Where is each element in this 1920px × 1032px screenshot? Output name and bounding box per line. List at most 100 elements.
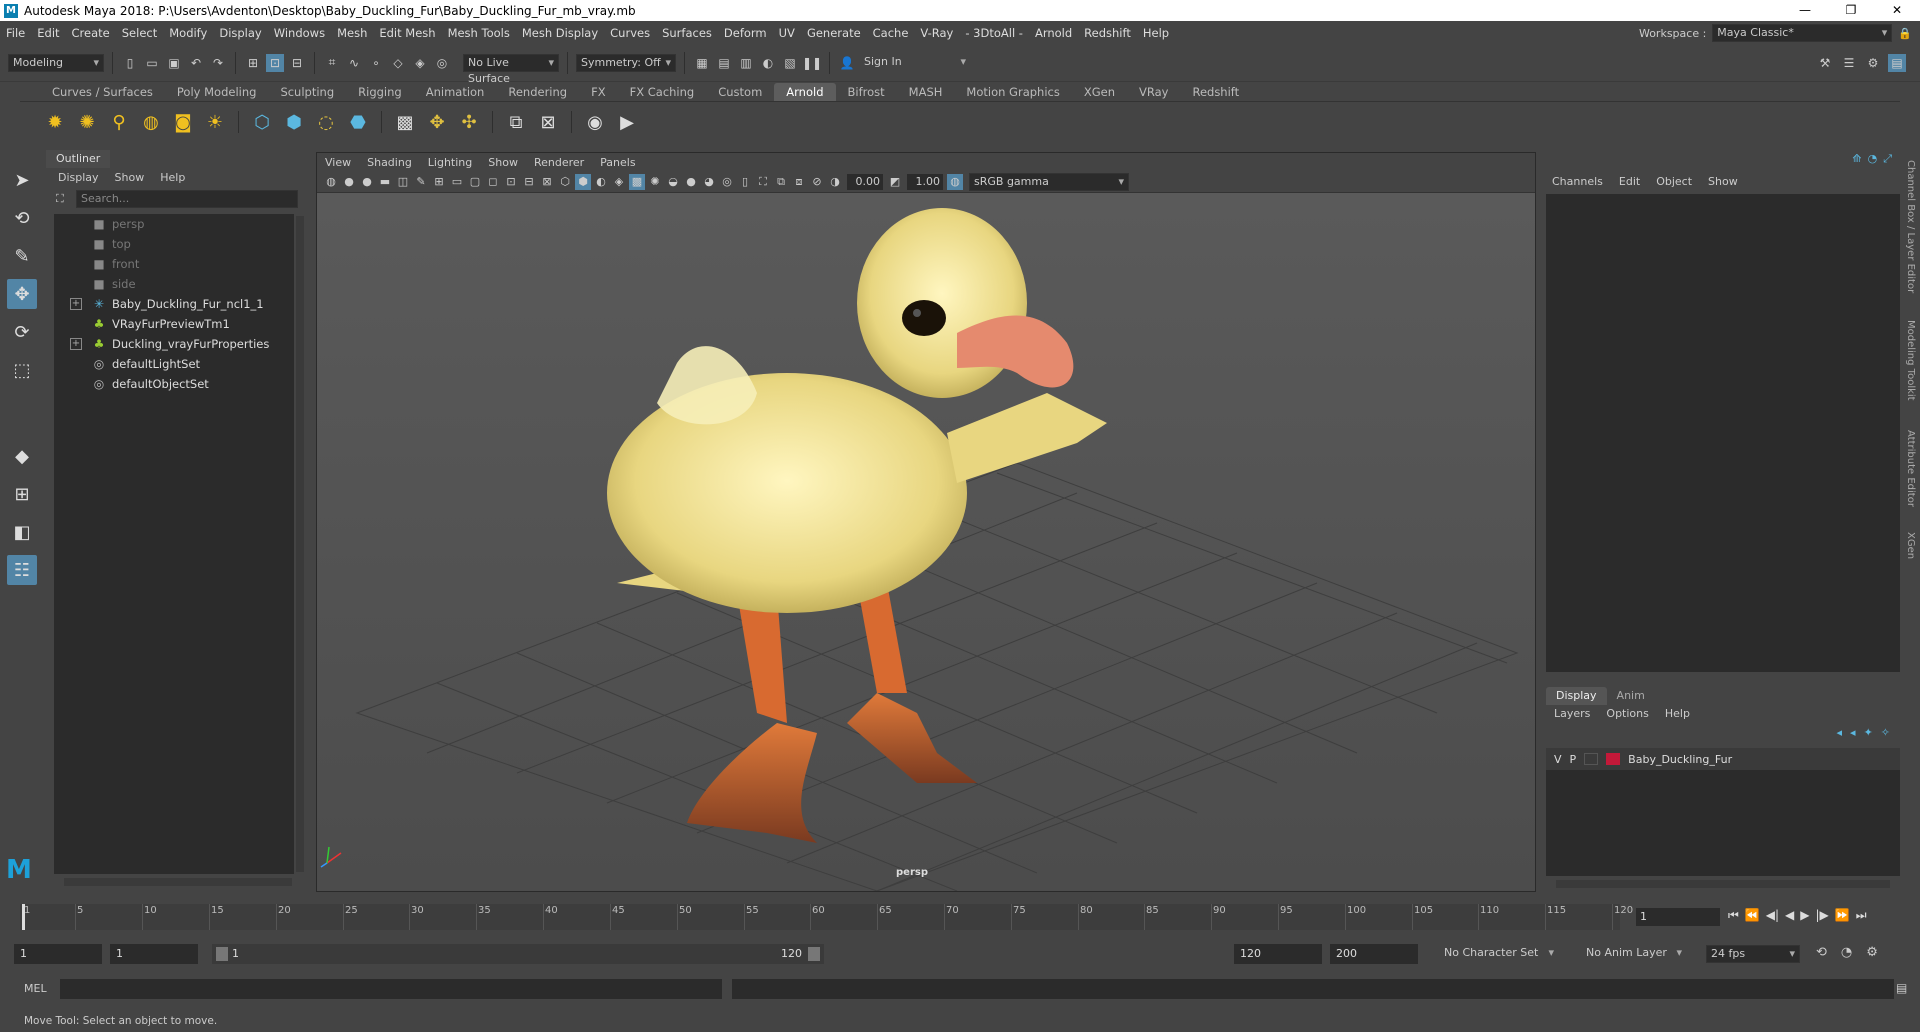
menu-edit-mesh[interactable]: Edit Mesh bbox=[373, 26, 441, 40]
outliner-item[interactable]: + ♣ Duckling_vrayFurProperties bbox=[54, 334, 294, 354]
channels-menu[interactable]: Channels bbox=[1552, 175, 1603, 188]
texture-cache-icon[interactable]: ✣ bbox=[456, 109, 482, 135]
shelf-tab-arnold[interactable]: Arnold bbox=[774, 83, 836, 101]
wireframe-on-shaded-icon[interactable]: ◈ bbox=[611, 174, 627, 190]
grease-pencil-icon[interactable]: ✎ bbox=[413, 174, 429, 190]
curve-collector-icon[interactable]: ◌ bbox=[313, 109, 339, 135]
motion-blur-icon[interactable]: ◕ bbox=[701, 174, 717, 190]
scale-tool-icon[interactable]: ⬚ bbox=[7, 355, 37, 385]
move-layer-down-icon[interactable]: ◂ bbox=[1850, 726, 1856, 739]
shelf-tab-custom[interactable]: Custom bbox=[706, 83, 774, 101]
go-to-start-icon[interactable]: ⏮ bbox=[1728, 908, 1739, 923]
shelf-tab-redshift[interactable]: Redshift bbox=[1180, 83, 1251, 101]
shelf-tab-fx-caching[interactable]: FX Caching bbox=[618, 83, 707, 101]
view-transform-dropdown[interactable]: sRGB gamma bbox=[969, 172, 1129, 191]
script-editor-icon[interactable]: ▤ bbox=[1896, 981, 1907, 995]
menu-cache[interactable]: Cache bbox=[867, 26, 915, 40]
anim-layer-dropdown[interactable]: No Anim Layer bbox=[1582, 945, 1686, 963]
menu-set-dropdown[interactable]: Modeling bbox=[8, 53, 104, 72]
shelf-tab-sculpting[interactable]: Sculpting bbox=[268, 83, 346, 101]
step-forward-key-icon[interactable]: ⏩ bbox=[1835, 908, 1850, 923]
menu-redshift[interactable]: Redshift bbox=[1078, 26, 1137, 40]
toggle-channel-box-icon[interactable]: ▤ bbox=[1888, 53, 1906, 72]
light-portal-icon[interactable]: ◙ bbox=[170, 109, 196, 135]
move-layer-up-icon[interactable]: ◂ bbox=[1837, 726, 1843, 739]
safe-action-icon[interactable]: ⊟ bbox=[521, 174, 537, 190]
select-hierarchy-icon[interactable]: ⊞ bbox=[244, 54, 262, 72]
snap-surface-icon[interactable]: ◈ bbox=[411, 54, 429, 72]
select-object-icon[interactable]: ⊡ bbox=[266, 53, 284, 72]
animation-end-field[interactable]: 200 bbox=[1330, 944, 1418, 964]
volume-icon[interactable]: ⬢ bbox=[281, 109, 307, 135]
new-layer-selected-icon[interactable]: ✧ bbox=[1881, 726, 1890, 739]
physical-sky-icon[interactable]: ☀ bbox=[202, 109, 228, 135]
pause-icon[interactable]: ❚❚ bbox=[802, 54, 822, 72]
menu-help[interactable]: Help bbox=[1137, 26, 1175, 40]
shelf-tab-bifrost[interactable]: Bifrost bbox=[836, 83, 897, 101]
command-input[interactable] bbox=[60, 979, 722, 999]
go-to-end-icon[interactable]: ⏭ bbox=[1856, 908, 1867, 923]
menu-mesh-tools[interactable]: Mesh Tools bbox=[442, 26, 516, 40]
outliner-item[interactable]: ◎ defaultObjectSet bbox=[54, 374, 294, 394]
anim-prefs-icon[interactable]: ⚙ bbox=[1866, 945, 1878, 960]
image-plane-icon[interactable]: ▬ bbox=[377, 174, 393, 190]
layer-color-swatch[interactable] bbox=[1606, 753, 1621, 765]
single-perspective-layout-icon[interactable]: ◆ bbox=[7, 441, 37, 471]
menu-mesh[interactable]: Mesh bbox=[331, 26, 373, 40]
outliner-item[interactable]: ■ top bbox=[54, 234, 294, 254]
viewport-menu-renderer[interactable]: Renderer bbox=[534, 156, 584, 169]
shelf-tab-curves[interactable]: Curves / Surfaces bbox=[40, 83, 165, 101]
gamma-field[interactable]: 1.00 bbox=[907, 173, 943, 190]
exposure-icon[interactable]: ◑ bbox=[827, 174, 843, 190]
expand-icon[interactable]: + bbox=[70, 298, 82, 310]
anti-alias-icon[interactable]: ◎ bbox=[719, 174, 735, 190]
camera-select-icon[interactable]: ◍ bbox=[323, 174, 339, 190]
outliner-vscrollbar[interactable] bbox=[296, 216, 304, 872]
viewport-menu-lighting[interactable]: Lighting bbox=[428, 156, 472, 169]
shelf-tab-fx[interactable]: FX bbox=[579, 83, 618, 101]
side-layout-icon[interactable]: ◧ bbox=[7, 517, 37, 547]
export-ass-icon[interactable]: ⬣ bbox=[345, 109, 371, 135]
channel-box-settings-icon[interactable]: ◔ bbox=[1868, 152, 1878, 166]
render-ipr-icon[interactable]: ▤ bbox=[715, 54, 733, 72]
film-gate-icon[interactable]: ▭ bbox=[449, 174, 465, 190]
channels-object-menu[interactable]: Object bbox=[1656, 175, 1692, 188]
menu-uv[interactable]: UV bbox=[773, 26, 801, 40]
flush-cache-icon[interactable]: ✥ bbox=[424, 109, 450, 135]
render-settings-icon[interactable]: ▥ bbox=[737, 54, 755, 72]
menu-edit[interactable]: Edit bbox=[31, 26, 65, 40]
outliner-layout-icon[interactable]: ☷ bbox=[7, 555, 37, 585]
side-tab-modeling-toolkit[interactable]: Modeling Toolkit bbox=[1905, 320, 1916, 401]
snap-view-icon[interactable]: ◇ bbox=[389, 54, 407, 72]
wireframe-icon[interactable]: ⬡ bbox=[557, 174, 573, 190]
operator-icon[interactable]: ⊠ bbox=[535, 109, 561, 135]
auto-key-icon[interactable]: ◔ bbox=[1841, 945, 1852, 960]
select-tool-icon[interactable]: ➤ bbox=[7, 165, 37, 195]
3d-scene-view[interactable]: persp bbox=[317, 193, 1535, 891]
menu-create[interactable]: Create bbox=[66, 26, 116, 40]
standin-icon[interactable]: ⬡ bbox=[249, 109, 275, 135]
outliner-menu-display[interactable]: Display bbox=[58, 171, 99, 184]
time-slider-track[interactable]: 1 5 10 15 20 25 30 35 40 45 50 55 60 65 70 75 80 85 90 95 10… bbox=[20, 904, 1633, 930]
use-all-lights-icon[interactable]: ✺ bbox=[647, 174, 663, 190]
resolution-gate-icon[interactable]: ▢ bbox=[467, 174, 483, 190]
shelf-tab-mash[interactable]: MASH bbox=[897, 83, 955, 101]
side-tab-xgen[interactable]: XGen bbox=[1905, 532, 1916, 559]
play-forwards-icon[interactable]: ▶ bbox=[1800, 908, 1809, 923]
step-back-frame-icon[interactable]: ◀| bbox=[1766, 908, 1779, 923]
snap-grid-icon[interactable]: ⌗ bbox=[323, 54, 341, 72]
channels-show-menu[interactable]: Show bbox=[1708, 175, 1738, 188]
character-set-dropdown[interactable]: No Character Set bbox=[1440, 945, 1558, 963]
menu-curves[interactable]: Curves bbox=[604, 26, 656, 40]
undo-icon[interactable]: ↶ bbox=[187, 54, 205, 72]
toggle-modeling-toolkit-icon[interactable]: ⚒ bbox=[1816, 54, 1834, 72]
paint-select-icon[interactable]: ✎ bbox=[7, 241, 37, 271]
viewport-menu-show[interactable]: Show bbox=[488, 156, 518, 169]
photometric-light-icon[interactable]: ⚲ bbox=[106, 109, 132, 135]
tab-display[interactable]: Display bbox=[1546, 687, 1607, 705]
menu-generate[interactable]: Generate bbox=[801, 26, 867, 40]
current-frame-marker[interactable] bbox=[22, 904, 25, 930]
gate-mask-icon[interactable]: ◻ bbox=[485, 174, 501, 190]
outliner-item[interactable]: ■ side bbox=[54, 274, 294, 294]
move-tool-icon[interactable]: ✥ bbox=[7, 279, 37, 309]
